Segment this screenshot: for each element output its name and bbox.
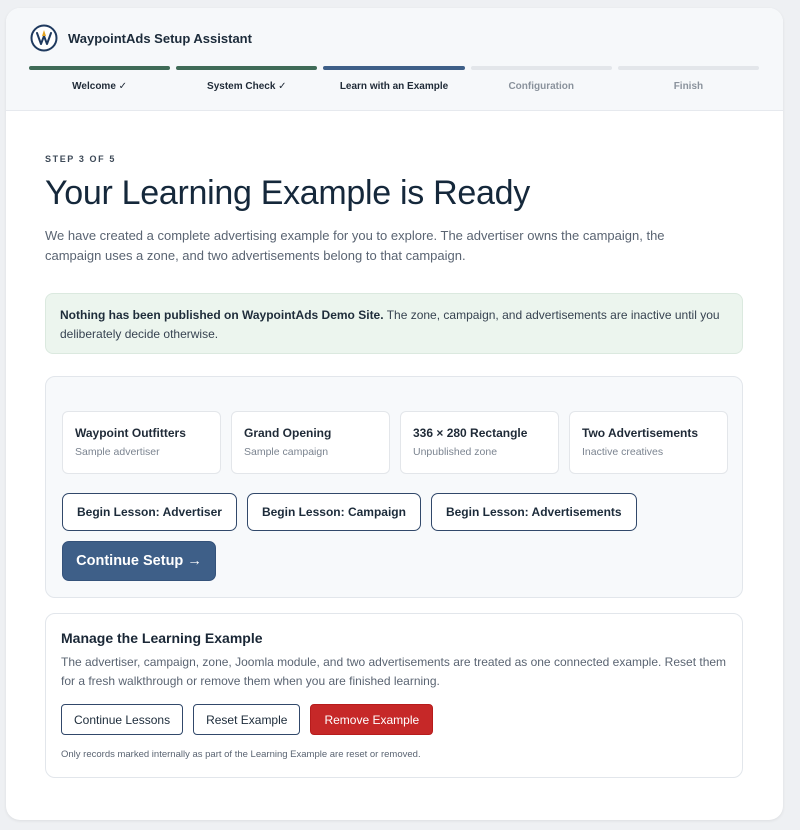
tile-title: Two Advertisements <box>582 426 699 440</box>
step-bar <box>617 66 760 70</box>
tile-advertiser: Waypoint Outfitters Sample advertiser <box>62 411 221 474</box>
step-bar <box>470 66 612 70</box>
page-title: Your Learning Example is Ready <box>45 174 530 212</box>
step-label: Welcome ✓ <box>72 81 128 92</box>
step-bar <box>323 66 465 70</box>
tile-subtitle: Sample advertiser <box>75 446 160 458</box>
example-panel: Waypoint Outfitters Sample advertiser Gr… <box>45 376 743 598</box>
setup-card: WaypointAds Setup Assistant Welcome ✓ Sy… <box>6 8 783 820</box>
step-system-check: System Check ✓ <box>176 66 318 92</box>
tile-title: Grand Opening <box>244 426 332 440</box>
intro-text: We have created a complete advertising e… <box>45 228 665 263</box>
tile-subtitle: Inactive creatives <box>582 446 664 458</box>
manage-actions: Continue Lessons Reset Example Remove Ex… <box>61 704 727 735</box>
manage-example-panel: Manage the Learning Example The advertis… <box>45 613 743 778</box>
step-finish: Finish <box>617 66 760 92</box>
lesson-buttons: Begin Lesson: Advertiser Begin Lesson: C… <box>62 493 637 531</box>
step-label: Learn with an Example <box>339 81 449 92</box>
step-label: System Check ✓ <box>207 81 287 92</box>
tile-subtitle: Unpublished zone <box>413 446 498 458</box>
tile-campaign: Grand Opening Sample campaign <box>231 411 390 474</box>
tile-zone: 336 × 280 Rectangle Unpublished zone <box>400 411 559 474</box>
begin-lesson-advertiser-button[interactable]: Begin Lesson: Advertiser <box>62 493 237 531</box>
main-content: STEP 3 OF 5 Your Learning Example is Rea… <box>45 154 745 266</box>
waypoint-logo-icon <box>30 24 58 52</box>
begin-lesson-advertisements-button[interactable]: Begin Lesson: Advertisements <box>430 493 637 531</box>
continue-lessons-button[interactable]: Continue Lessons <box>61 704 184 735</box>
manage-description: The advertiser, campaign, zone, Joomla m… <box>61 655 727 688</box>
reset-example-button[interactable]: Reset Example <box>193 704 301 735</box>
remove-example-button[interactable]: Remove Example <box>310 704 434 735</box>
step-bar <box>176 66 318 70</box>
step-label: Configuration <box>508 81 574 92</box>
notice-strong: Nothing has been published on WaypointAd… <box>60 308 384 322</box>
tile-subtitle: Sample campaign <box>244 446 329 458</box>
tile-title: Waypoint Outfitters <box>75 426 186 440</box>
tile-title: 336 × 280 Rectangle <box>413 426 528 440</box>
unpublished-notice: Nothing has been published on WaypointAd… <box>45 293 743 354</box>
step-learn-example: Learn with an Example <box>323 66 465 92</box>
begin-lesson-campaign-button[interactable]: Begin Lesson: Campaign <box>246 493 421 531</box>
header: WaypointAds Setup Assistant Welcome ✓ Sy… <box>6 8 783 111</box>
step-indicator: STEP 3 OF 5 <box>45 154 116 164</box>
brand: WaypointAds Setup Assistant <box>30 24 252 52</box>
progress-steps: Welcome ✓ System Check ✓ Learn with an E… <box>29 66 760 92</box>
step-label: Finish <box>673 81 704 92</box>
continue-setup-button[interactable]: Continue Setup → <box>62 541 216 581</box>
manage-note: Only records marked internally as part o… <box>61 749 421 760</box>
tile-advertisements: Two Advertisements Inactive creatives <box>569 411 728 474</box>
step-configuration: Configuration <box>470 66 612 92</box>
step-welcome: Welcome ✓ <box>29 66 171 92</box>
step-bar <box>29 66 171 70</box>
manage-title: Manage the Learning Example <box>61 630 263 646</box>
example-tiles: Waypoint Outfitters Sample advertiser Gr… <box>62 411 728 474</box>
brand-name: WaypointAds Setup Assistant <box>68 30 252 46</box>
